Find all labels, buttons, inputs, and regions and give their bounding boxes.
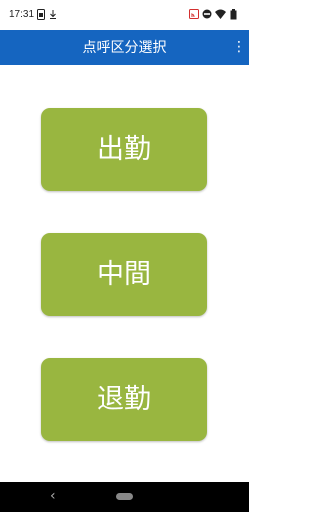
shukkin-button[interactable]: 出勤: [41, 108, 207, 191]
page-title: 点呼区分選択: [82, 40, 167, 56]
download-icon: [49, 9, 57, 23]
overflow-menu-icon[interactable]: ⋮: [232, 38, 246, 58]
status-bar: 17:31: [0, 0, 249, 30]
app-bar: 点呼区分選択 ⋮: [0, 30, 249, 65]
dnd-icon: [202, 9, 212, 22]
home-pill-icon[interactable]: [116, 493, 133, 500]
sim-icon: [37, 9, 45, 23]
cast-icon: [189, 9, 199, 22]
back-icon[interactable]: ‹: [50, 488, 56, 504]
status-time: 17:31: [9, 9, 35, 20]
chukan-button[interactable]: 中間: [41, 233, 207, 316]
battery-icon: [230, 9, 237, 23]
wifi-icon: [215, 9, 226, 22]
navigation-bar: ‹: [0, 482, 249, 512]
taikin-button[interactable]: 退勤: [41, 358, 207, 441]
